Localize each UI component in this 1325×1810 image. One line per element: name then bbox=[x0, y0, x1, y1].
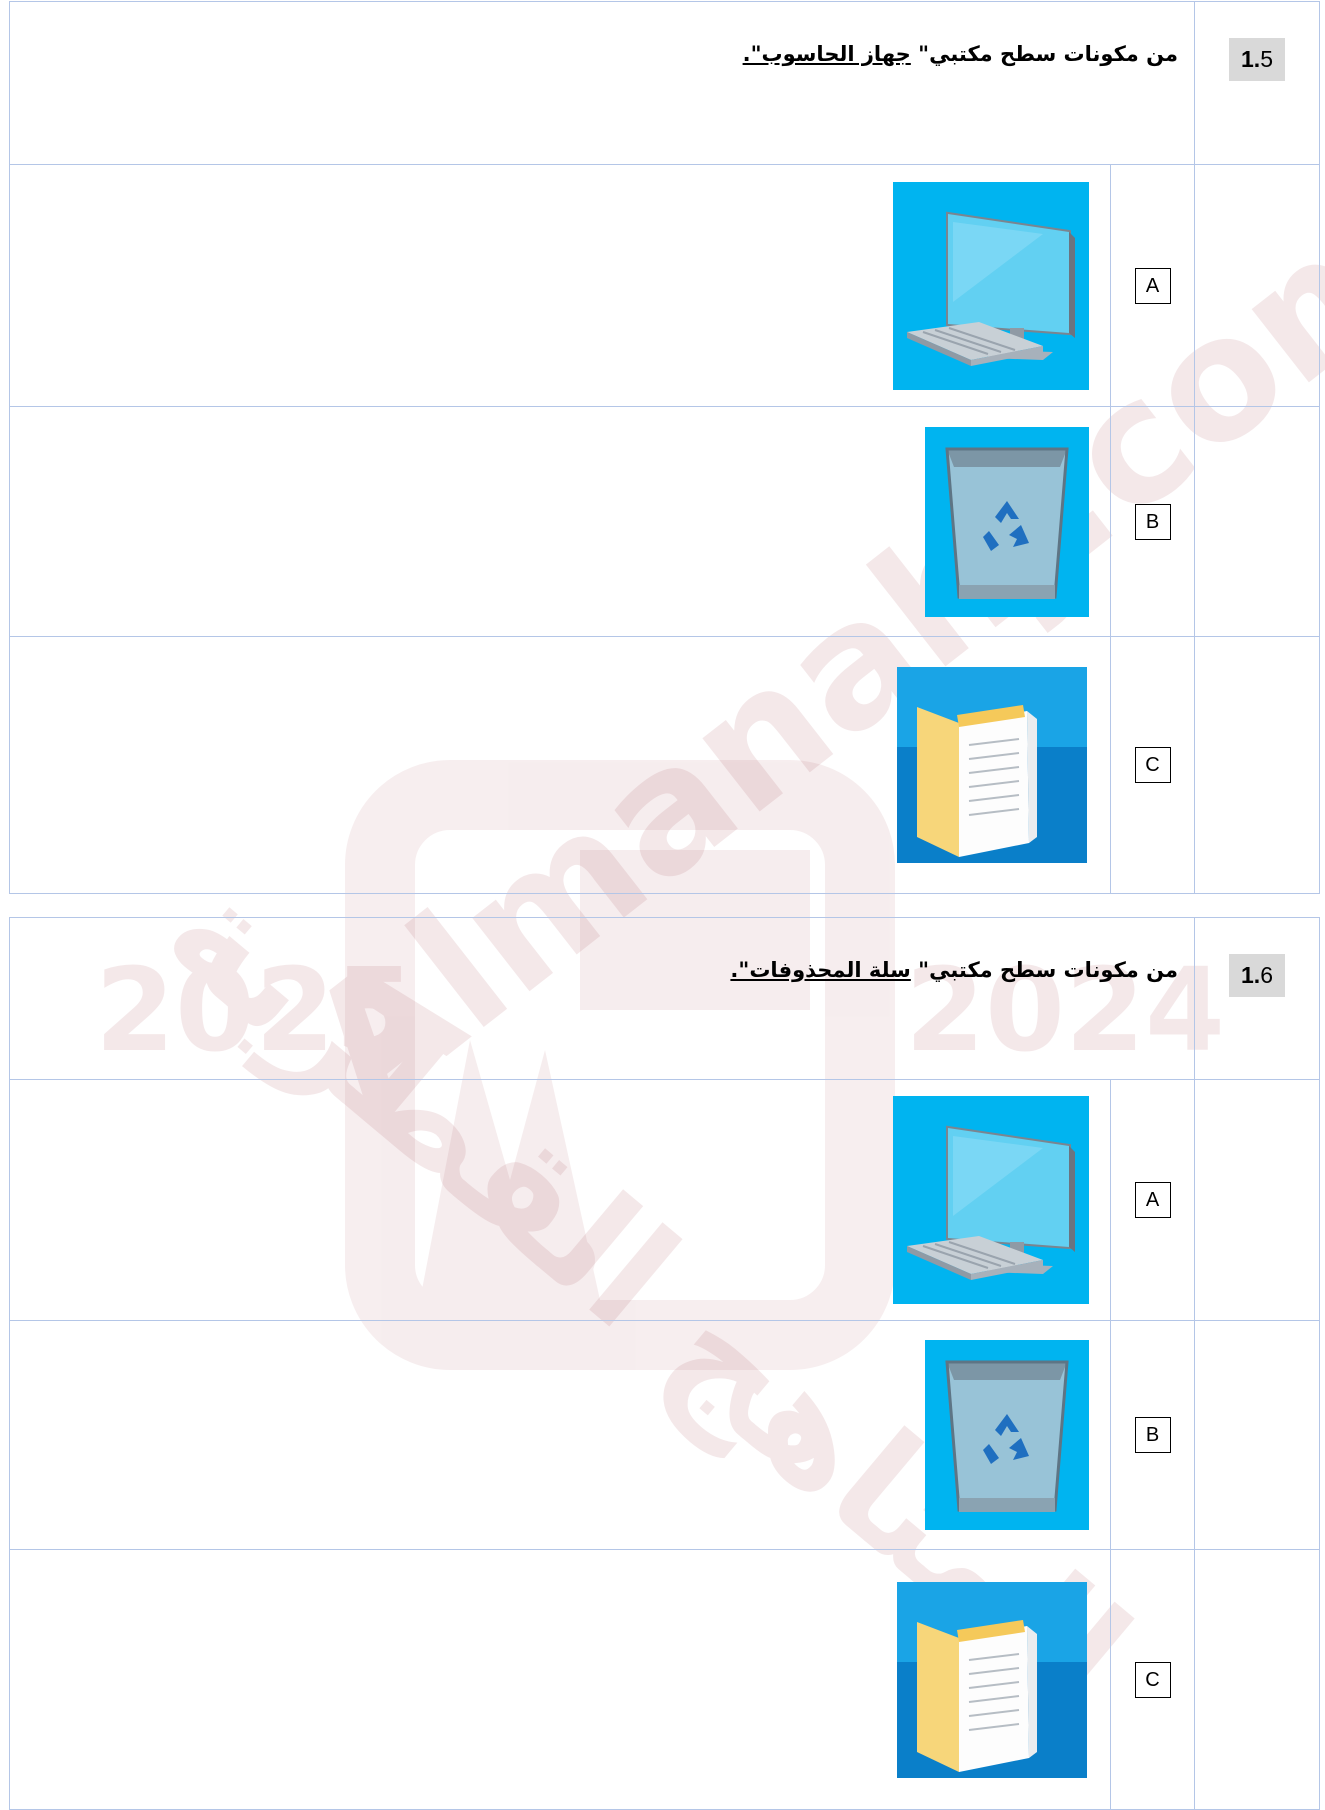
recycle-bin-icon[interactable] bbox=[925, 1340, 1089, 1530]
question-number: 1.6 bbox=[1229, 954, 1285, 997]
option-image-cell bbox=[9, 1079, 1111, 1321]
option-image-cell bbox=[9, 1320, 1111, 1550]
option-letter[interactable]: C bbox=[1134, 1661, 1171, 1698]
recycle-bin-icon[interactable] bbox=[925, 426, 1089, 617]
option-letter[interactable]: B bbox=[1134, 1417, 1171, 1453]
this-pc-icon[interactable] bbox=[893, 1096, 1089, 1304]
option-letter[interactable]: A bbox=[1134, 1182, 1171, 1218]
option-letter[interactable]: C bbox=[1134, 747, 1171, 783]
documents-folder-icon[interactable] bbox=[897, 1581, 1087, 1778]
option-image-cell bbox=[9, 406, 1111, 637]
this-pc-icon[interactable] bbox=[893, 181, 1089, 390]
question-table-2: من مكونات سطح مكتبي" سلة المحذوفات". 1.6… bbox=[8, 917, 1321, 1810]
question-number: 1.5 bbox=[1229, 38, 1285, 81]
question-table-1: من مكونات سطح مكتبي" جهاز الحاسوب". 1.5 … bbox=[8, 1, 1321, 894]
option-letter[interactable]: B bbox=[1134, 503, 1171, 540]
question-prompt: من مكونات سطح مكتبي" سلة المحذوفات". bbox=[8, 917, 1196, 1080]
option-letter[interactable]: A bbox=[1134, 267, 1171, 304]
option-image-cell bbox=[9, 164, 1111, 407]
documents-folder-icon[interactable] bbox=[897, 667, 1087, 863]
question-prompt: من مكونات سطح مكتبي" جهاز الحاسوب". bbox=[8, 1, 1196, 165]
option-image-cell bbox=[9, 636, 1111, 894]
option-image-cell bbox=[9, 1549, 1111, 1810]
